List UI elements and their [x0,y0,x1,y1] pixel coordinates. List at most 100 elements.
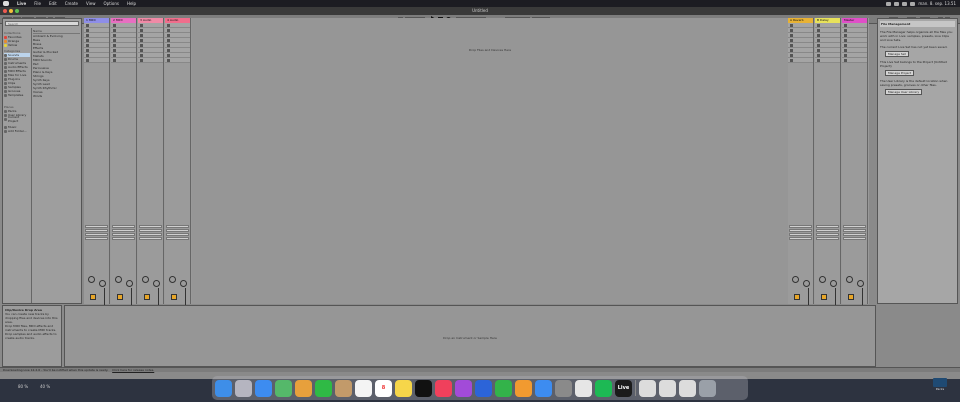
send-a-knob[interactable] [88,276,95,283]
session-drop-area[interactable]: Drop Files and Devices Here [192,18,788,304]
routing-chooser[interactable] [816,237,839,240]
settings-icon[interactable] [555,379,572,397]
apple-icon[interactable] [3,1,9,6]
list-item[interactable]: Winds [33,94,80,98]
numbers-icon[interactable] [495,379,512,397]
menu-create[interactable]: Create [65,1,78,6]
routing-chooser[interactable] [843,229,866,232]
routing-chooser[interactable] [166,237,189,240]
send-b-knob[interactable] [153,280,160,287]
menu-edit[interactable]: Edit [49,1,57,6]
finder-icon[interactable] [215,379,232,397]
routing-chooser[interactable] [789,225,812,228]
add-folder-button[interactable]: Add Folder... [4,129,30,133]
send-b-knob[interactable] [803,280,810,287]
manage-project-button[interactable]: Manage Project [885,70,915,76]
sidebar-item-templates[interactable]: Templates [4,93,30,97]
calendar-icon[interactable]: 8 [375,379,392,397]
send-b-knob[interactable] [99,280,106,287]
routing-chooser[interactable] [139,233,162,236]
facetime-icon[interactable] [315,379,332,397]
clip-slot[interactable] [138,58,163,63]
routing-chooser[interactable] [85,233,108,236]
routing-chooser[interactable] [139,229,162,232]
routing-chooser[interactable] [112,229,135,232]
document-thumb-icon[interactable] [679,379,696,397]
desktop-packs-folder[interactable]: Packs [930,378,950,398]
close-window-button[interactable] [3,9,7,13]
routing-chooser[interactable] [789,233,812,236]
zoom-window-button[interactable] [15,9,19,13]
track-activator-button[interactable] [144,294,150,300]
clip-slot[interactable] [842,58,867,63]
live-icon[interactable]: Live [615,379,632,397]
send-b-knob[interactable] [830,280,837,287]
music-icon[interactable] [435,379,452,397]
minimize-window-button[interactable] [9,9,13,13]
routing-chooser[interactable] [843,233,866,236]
routing-chooser[interactable] [816,229,839,232]
send-b-knob[interactable] [126,280,133,287]
send-a-knob[interactable] [792,276,799,283]
trash-icon[interactable] [699,379,716,397]
wifi-icon[interactable] [886,1,892,6]
routing-chooser[interactable] [139,225,162,228]
clip-slot[interactable] [815,58,840,63]
clock[interactable]: man. 8. sep. 13.51 [918,1,956,6]
manage-user-library-button[interactable]: Manage User Library [885,89,923,95]
clip-slot[interactable] [111,58,136,63]
menu-options[interactable]: Options [104,1,119,6]
menu-view[interactable]: View [86,1,96,6]
menu-help[interactable]: Help [127,1,136,6]
mail-icon[interactable] [255,379,272,397]
release-notes-link[interactable]: Click here for release notes. [112,368,154,372]
browser-search-input[interactable]: Search [5,21,79,26]
spotify-icon[interactable] [595,379,612,397]
send-a-knob[interactable] [115,276,122,283]
routing-chooser[interactable] [789,237,812,240]
routing-chooser[interactable] [112,225,135,228]
clip-slot[interactable] [165,58,190,63]
send-a-knob[interactable] [846,276,853,283]
routing-chooser[interactable] [85,229,108,232]
battery-icon[interactable] [894,1,900,6]
clip-slot[interactable] [84,58,109,63]
chrome-icon[interactable] [575,379,592,397]
photos-icon[interactable] [295,379,312,397]
routing-chooser[interactable] [166,233,189,236]
notes-icon[interactable] [395,379,412,397]
document-thumb-icon[interactable] [639,379,656,397]
launchpad-icon[interactable] [235,379,252,397]
search-icon[interactable] [902,1,908,6]
maps-icon[interactable] [275,379,292,397]
sidebar-item-current-project[interactable]: Current Project [4,115,30,123]
clip-slot[interactable] [788,58,813,63]
routing-chooser[interactable] [843,225,866,228]
routing-chooser[interactable] [166,229,189,232]
routing-chooser[interactable] [816,233,839,236]
routing-chooser[interactable] [139,237,162,240]
track-activator-button[interactable] [117,294,123,300]
appletv-app-icon[interactable] [475,379,492,397]
routing-chooser[interactable] [112,237,135,240]
contacts-icon[interactable] [335,379,352,397]
routing-chooser[interactable] [85,225,108,228]
track-activator-button[interactable] [848,294,854,300]
routing-chooser[interactable] [112,233,135,236]
control-center-icon[interactable] [910,1,916,6]
appstore-icon[interactable] [535,379,552,397]
track-activator-button[interactable] [171,294,177,300]
routing-chooser[interactable] [816,225,839,228]
podcasts-icon[interactable] [455,379,472,397]
menu-file[interactable]: File [34,1,41,6]
reminders-icon[interactable] [355,379,372,397]
send-a-knob[interactable] [142,276,149,283]
pages-icon[interactable] [515,379,532,397]
manage-set-button[interactable]: Manage Set [885,51,909,57]
track-activator-button[interactable] [821,294,827,300]
routing-chooser[interactable] [85,237,108,240]
device-view[interactable]: Drop an Instrument or Sample Here [64,305,876,367]
routing-chooser[interactable] [789,229,812,232]
send-a-knob[interactable] [819,276,826,283]
send-a-knob[interactable] [169,276,176,283]
